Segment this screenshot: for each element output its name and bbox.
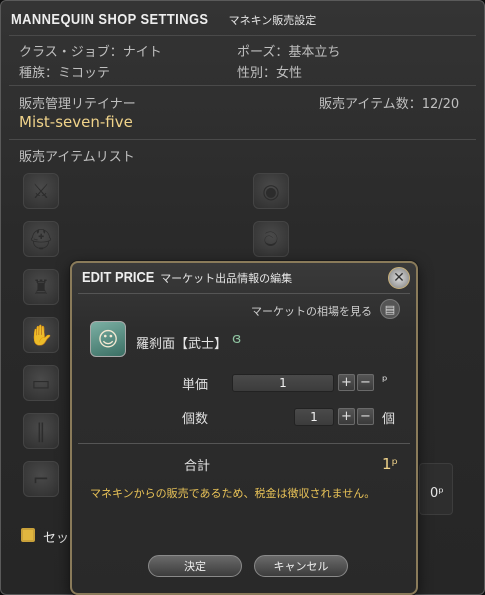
item-icon: ☺ — [90, 321, 126, 357]
window-subtitle: マネキン販売設定 — [228, 14, 317, 27]
legs-icon: ∥ — [36, 419, 46, 443]
window-title: MANNEQUIN SHOP SETTINGS マネキン販売設定 — [11, 11, 316, 35]
quantity-decrement-button[interactable]: − — [357, 408, 374, 425]
gender-text: 性別：女性 — [237, 66, 303, 81]
close-icon: ✕ — [393, 270, 405, 286]
title-divider — [9, 35, 476, 36]
market-board-icon[interactable]: ▤ — [380, 299, 400, 319]
necklace-icon: ට — [263, 227, 279, 251]
slot-waist[interactable]: ▭ — [23, 365, 59, 401]
hand-icon: ✋ — [28, 323, 54, 347]
retainer-name: Mist-seven-five — [19, 113, 133, 131]
quantity-label: 個数 — [182, 412, 209, 427]
close-button[interactable]: ✕ — [388, 267, 410, 289]
class-job-text: クラス・ジョブ：ナイト — [19, 45, 162, 60]
retainer-divider — [9, 139, 476, 140]
slot-earrings[interactable]: ◉ — [253, 173, 289, 209]
pose-text: ポーズ：基本立ち — [237, 45, 341, 60]
quantity-unit: 個 — [382, 412, 396, 427]
total-value: 1ᵖ — [382, 455, 398, 473]
settings-checkbox[interactable] — [21, 528, 35, 542]
retainer-label: 販売管理リテイナー — [19, 97, 136, 112]
unit-price-decrement-button[interactable]: − — [357, 374, 374, 391]
unit-price-currency: ᵖ — [382, 374, 388, 389]
item-name: 羅刹面【武士】 — [136, 337, 228, 352]
hat-icon: ⛑ — [28, 227, 54, 251]
hq-icon: ɞ — [232, 331, 242, 347]
quantity-input[interactable]: 1 — [294, 408, 334, 426]
quantity-increment-button[interactable]: + — [338, 408, 355, 425]
market-prices-link[interactable]: マーケットの相場を見る — [251, 303, 372, 319]
total-divider — [78, 443, 410, 444]
belt-icon: ▭ — [31, 371, 51, 395]
slot-feet[interactable]: ⌐ — [23, 461, 59, 497]
unit-price-input[interactable]: 1 — [232, 374, 334, 392]
sword-icon: ⚔ — [32, 179, 50, 203]
tax-note: マネキンからの販売であるため、税金は徴収されません。 — [90, 487, 376, 500]
body-icon: ♜ — [32, 275, 50, 299]
dialog-title: EDIT PRICE マーケット出品情報の編集 — [82, 269, 292, 286]
slot-body[interactable]: ♜ — [23, 269, 59, 305]
item-count-label: 販売アイテム数：12/20 — [319, 97, 460, 112]
slot-necklace[interactable]: ට — [253, 221, 289, 257]
slot-head[interactable]: ⛑ — [23, 221, 59, 257]
unit-price-label: 単価 — [182, 378, 209, 393]
slot-price-box: 0ᵖ — [419, 463, 453, 515]
item-list-label: 販売アイテムリスト — [19, 150, 135, 165]
feet-icon: ⌐ — [32, 467, 50, 491]
confirm-button[interactable]: 決定 — [148, 555, 242, 577]
window-title-text: MANNEQUIN SHOP SETTINGS — [11, 11, 209, 28]
slot-weapon[interactable]: ⚔ — [23, 173, 59, 209]
cancel-button[interactable]: キャンセル — [254, 555, 348, 577]
slot-legs[interactable]: ∥ — [23, 413, 59, 449]
edit-price-dialog: EDIT PRICE マーケット出品情報の編集 ✕ マーケットの相場を見る ▤ … — [70, 261, 418, 595]
total-label: 合計 — [184, 459, 211, 474]
dialog-title-text: EDIT PRICE — [82, 269, 155, 286]
slot-price-value: 0ᵖ — [430, 486, 444, 501]
dialog-title-divider — [78, 293, 410, 294]
race-text: 種族：ミコッテ — [19, 66, 111, 81]
slot-hands[interactable]: ✋ — [23, 317, 59, 353]
earring-icon: ◉ — [262, 179, 280, 203]
info-divider — [9, 85, 476, 86]
checkbox-label: セッ — [43, 531, 70, 546]
dialog-subtitle: マーケット出品情報の編集 — [160, 272, 293, 285]
unit-price-increment-button[interactable]: + — [338, 374, 355, 391]
